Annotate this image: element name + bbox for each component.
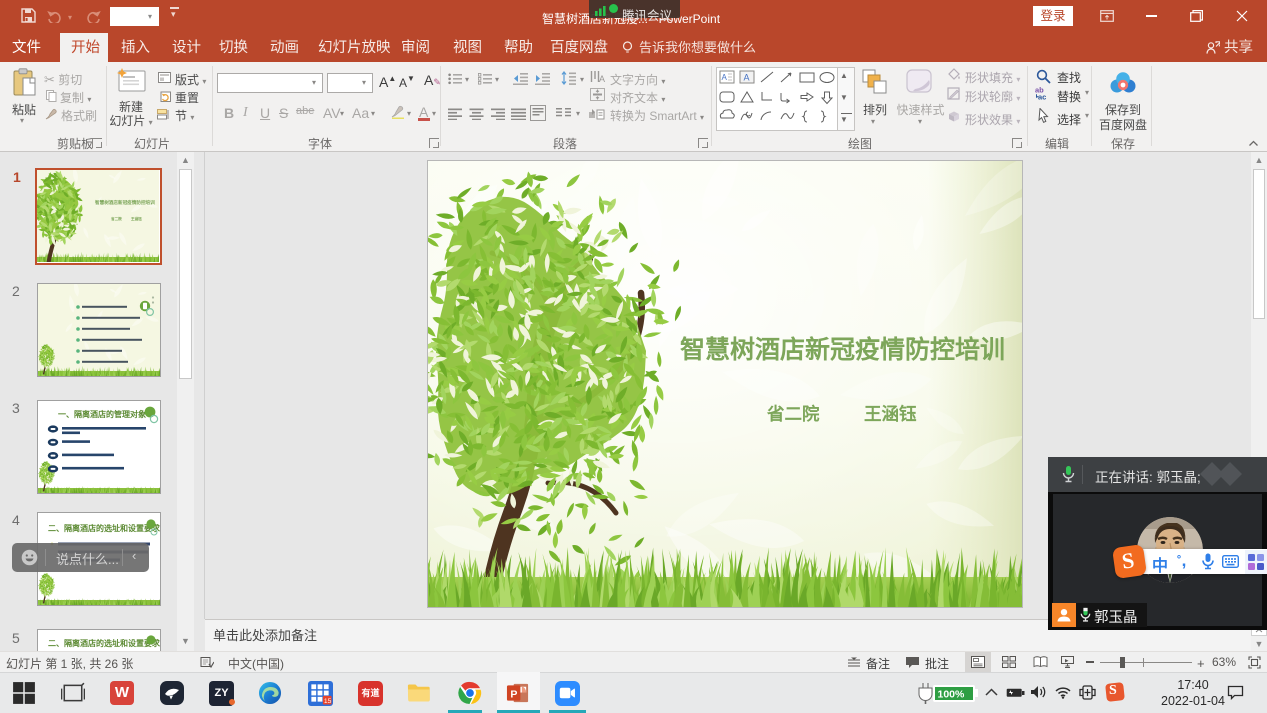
svg-text:A: A: [722, 73, 728, 82]
svg-text:智慧树酒店新冠疫情防控培训: 智慧树酒店新冠疫情防控培训: [680, 335, 1005, 364]
svg-text:P: P: [510, 688, 517, 700]
svg-text:一、隔离酒店的管理对象: 一、隔离酒店的管理对象: [58, 409, 146, 419]
svg-text:A: A: [744, 73, 750, 83]
svg-text:100%: 100%: [938, 689, 966, 701]
svg-text:A: A: [599, 74, 605, 83]
svg-text:王涵钰: 王涵钰: [131, 216, 142, 221]
svg-text:二、隔离酒店的选址和设置要求: 二、隔离酒店的选址和设置要求: [48, 523, 160, 533]
svg-text:省二院: 省二院: [766, 404, 820, 424]
svg-text:15: 15: [324, 698, 332, 705]
svg-text:省二院: 省二院: [110, 216, 122, 221]
svg-text:二、隔离酒店的选址和设置要求: 二、隔离酒店的选址和设置要求: [48, 638, 160, 648]
svg-text:王涵钰: 王涵钰: [864, 404, 917, 424]
svg-text:智慧树酒店新冠疫情防控培训: 智慧树酒店新冠疫情防控培训: [95, 199, 155, 206]
svg-text:ac: ac: [1038, 93, 1046, 101]
